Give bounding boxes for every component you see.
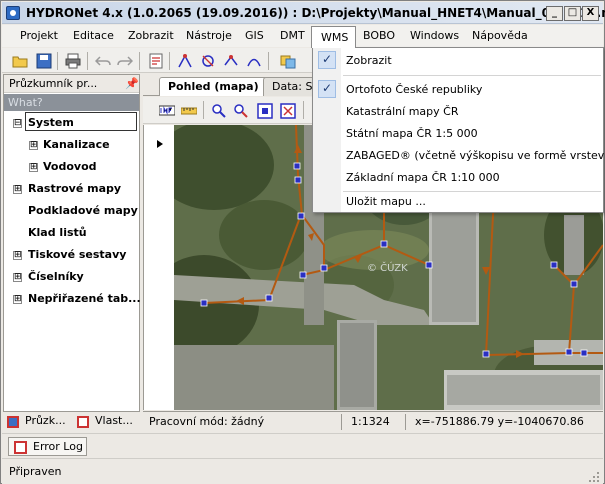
- app-logo-icon: [6, 6, 20, 20]
- menu-gutter: [313, 48, 341, 212]
- layers-icon[interactable]: [280, 53, 296, 69]
- status-separator: [405, 414, 406, 430]
- menu-bar: Projekt Editace Zobrazit Nástroje GIS DM…: [2, 25, 603, 47]
- scale-text: 1:1324: [351, 415, 390, 428]
- explorer-panel: Průzkumník pr... 📌 What? ⊟ System ⊞ Kana…: [3, 74, 141, 434]
- save-icon[interactable]: [36, 53, 52, 69]
- properties-icon[interactable]: [148, 53, 164, 69]
- menu-bobo[interactable]: BOBO: [363, 29, 395, 42]
- zoom-in-icon[interactable]: [211, 103, 227, 119]
- curve-tool-icon[interactable]: [246, 53, 262, 69]
- tree-item-system[interactable]: System: [28, 116, 74, 129]
- explorer-header: Průzkumník pr... 📌: [4, 75, 139, 93]
- explorer-title: Průzkumník pr...: [9, 77, 98, 90]
- menu-item-zobrazit[interactable]: Zobrazit: [346, 54, 392, 67]
- menu-dmt[interactable]: DMT: [280, 29, 305, 42]
- menu-separator: [343, 191, 601, 192]
- toolbar-separator: [87, 52, 88, 70]
- explorer-search-placeholder: What?: [8, 96, 43, 109]
- error-log-icon: [14, 441, 27, 454]
- work-mode-text: Pracovní mód: žádný: [149, 415, 265, 428]
- error-log-bar: Error Log: [2, 433, 603, 457]
- tree-item-rastrove-mapy[interactable]: Rastrové mapy: [28, 182, 121, 195]
- menu-item-ulozit-mapu[interactable]: Uložit mapu ...: [346, 195, 426, 208]
- menu-item-ortofoto[interactable]: Ortofoto České republiky: [346, 83, 482, 96]
- explorer-tab-icon: [7, 416, 19, 428]
- pipe-tool-icon[interactable]: [223, 53, 239, 69]
- print-icon[interactable]: [65, 53, 81, 69]
- menu-item-zabaged[interactable]: ZABAGED® (včetně výškopisu ve formě vrst…: [346, 149, 605, 162]
- tab-vlastnosti[interactable]: Vlast...: [95, 414, 133, 427]
- tree-item-podkladove-mapy[interactable]: Podkladové mapy: [28, 204, 138, 217]
- cuzk-watermark: © ČÚZK: [367, 263, 408, 274]
- toolbar-separator: [203, 101, 204, 119]
- status-separator: [341, 414, 342, 430]
- tree-item-kanalizace[interactable]: Kanalizace: [43, 138, 110, 151]
- tree-expand-icon[interactable]: ⊞: [13, 185, 22, 194]
- title-bar: HYDRONet 4.x (1.0.2065 (19.09.2016)) : D…: [2, 2, 605, 24]
- tree-expand-icon[interactable]: ⊞: [13, 273, 22, 282]
- check-icon: [318, 80, 336, 98]
- tab-pohled-mapa[interactable]: Pohled (mapa): [159, 77, 268, 96]
- resize-grip-icon[interactable]: [588, 471, 600, 483]
- toolbar-separator: [139, 52, 140, 70]
- window-title: HYDRONet 4.x (1.0.2065 (19.09.2016)) : D…: [26, 6, 605, 20]
- toolbar-separator: [57, 52, 58, 70]
- zoom-out-icon[interactable]: [233, 103, 249, 119]
- undo-icon[interactable]: [95, 53, 111, 69]
- menu-projekt[interactable]: Projekt: [20, 29, 58, 42]
- menu-gis[interactable]: GIS: [245, 29, 264, 42]
- menu-wms[interactable]: WMS: [311, 26, 356, 48]
- app-window: HYDRONet 4.x (1.0.2065 (19.09.2016)) : D…: [0, 0, 605, 484]
- menu-item-statni-mapa[interactable]: Státní mapa ČR 1:5 000: [346, 127, 478, 140]
- maximize-button[interactable]: □: [564, 6, 581, 21]
- tree-expand-icon[interactable]: ⊞: [13, 295, 22, 304]
- status-bar: Připraven: [2, 458, 603, 484]
- network-edit-icon[interactable]: [177, 53, 193, 69]
- minimize-button[interactable]: _: [546, 6, 563, 21]
- tree-expand-icon[interactable]: ⊞: [29, 163, 38, 172]
- menu-item-zakladni-mapa[interactable]: Základní mapa ČR 1:10 000: [346, 171, 500, 184]
- error-log-tab[interactable]: Error Log: [8, 437, 87, 456]
- info-icon[interactable]: [159, 103, 175, 119]
- coordinates-text: x=-751886.79 y=-1040670.86: [415, 415, 584, 428]
- menu-wms-label: WMS: [321, 31, 349, 44]
- measure-icon[interactable]: [181, 103, 197, 119]
- status-text: Připraven: [9, 465, 62, 478]
- toolbar-separator: [169, 52, 170, 70]
- wms-dropdown-menu: Zobrazit Ortofoto České republiky Katast…: [312, 47, 605, 213]
- tree-expand-icon[interactable]: ⊞: [29, 141, 38, 150]
- error-log-label: Error Log: [33, 440, 83, 453]
- explorer-search-field[interactable]: What?: [4, 94, 139, 111]
- tree-item-tiskove-sestavy[interactable]: Tiskové sestavy: [28, 248, 126, 261]
- zoom-window-icon[interactable]: [280, 103, 296, 119]
- map-status-bar: Pracovní mód: žádný 1:1324 x=-751886.79 …: [143, 411, 603, 431]
- explorer-bottom-tabs: Průzk... Vlast...: [3, 411, 140, 433]
- check-icon: [318, 51, 336, 69]
- redo-icon[interactable]: [117, 53, 133, 69]
- menu-nastroje[interactable]: Nástroje: [186, 29, 232, 42]
- properties-tab-icon: [77, 416, 89, 428]
- menu-separator: [343, 75, 601, 76]
- close-button[interactable]: X: [582, 6, 599, 21]
- menu-napoveda[interactable]: Nápověda: [472, 29, 528, 42]
- play-arrow-icon[interactable]: [157, 140, 163, 148]
- tree-collapse-icon[interactable]: ⊟: [13, 119, 22, 128]
- menu-windows[interactable]: Windows: [410, 29, 459, 42]
- pin-icon[interactable]: 📌: [125, 77, 139, 90]
- tree-expand-icon[interactable]: ⊞: [13, 251, 22, 260]
- toolbar-separator: [303, 101, 304, 119]
- tree-item-ciselniky[interactable]: Číselníky: [28, 270, 84, 283]
- tree-item-klad-listu[interactable]: Klad listů: [28, 226, 87, 239]
- open-folder-icon[interactable]: [12, 53, 28, 69]
- tab-pruzkumnik[interactable]: Průzk...: [25, 414, 66, 427]
- menu-zobrazit[interactable]: Zobrazit: [128, 29, 174, 42]
- menu-editace[interactable]: Editace: [73, 29, 114, 42]
- menu-item-katastralni-mapy[interactable]: Katastrální mapy ČR: [346, 105, 458, 118]
- tree-item-nepriradene-tabulky[interactable]: Nepřiřazené tab...: [28, 292, 141, 305]
- toolbar-separator: [268, 52, 269, 70]
- tree-item-vodovod[interactable]: Vodovod: [43, 160, 97, 173]
- node-tool-icon[interactable]: [200, 53, 216, 69]
- zoom-extent-icon[interactable]: [257, 103, 273, 119]
